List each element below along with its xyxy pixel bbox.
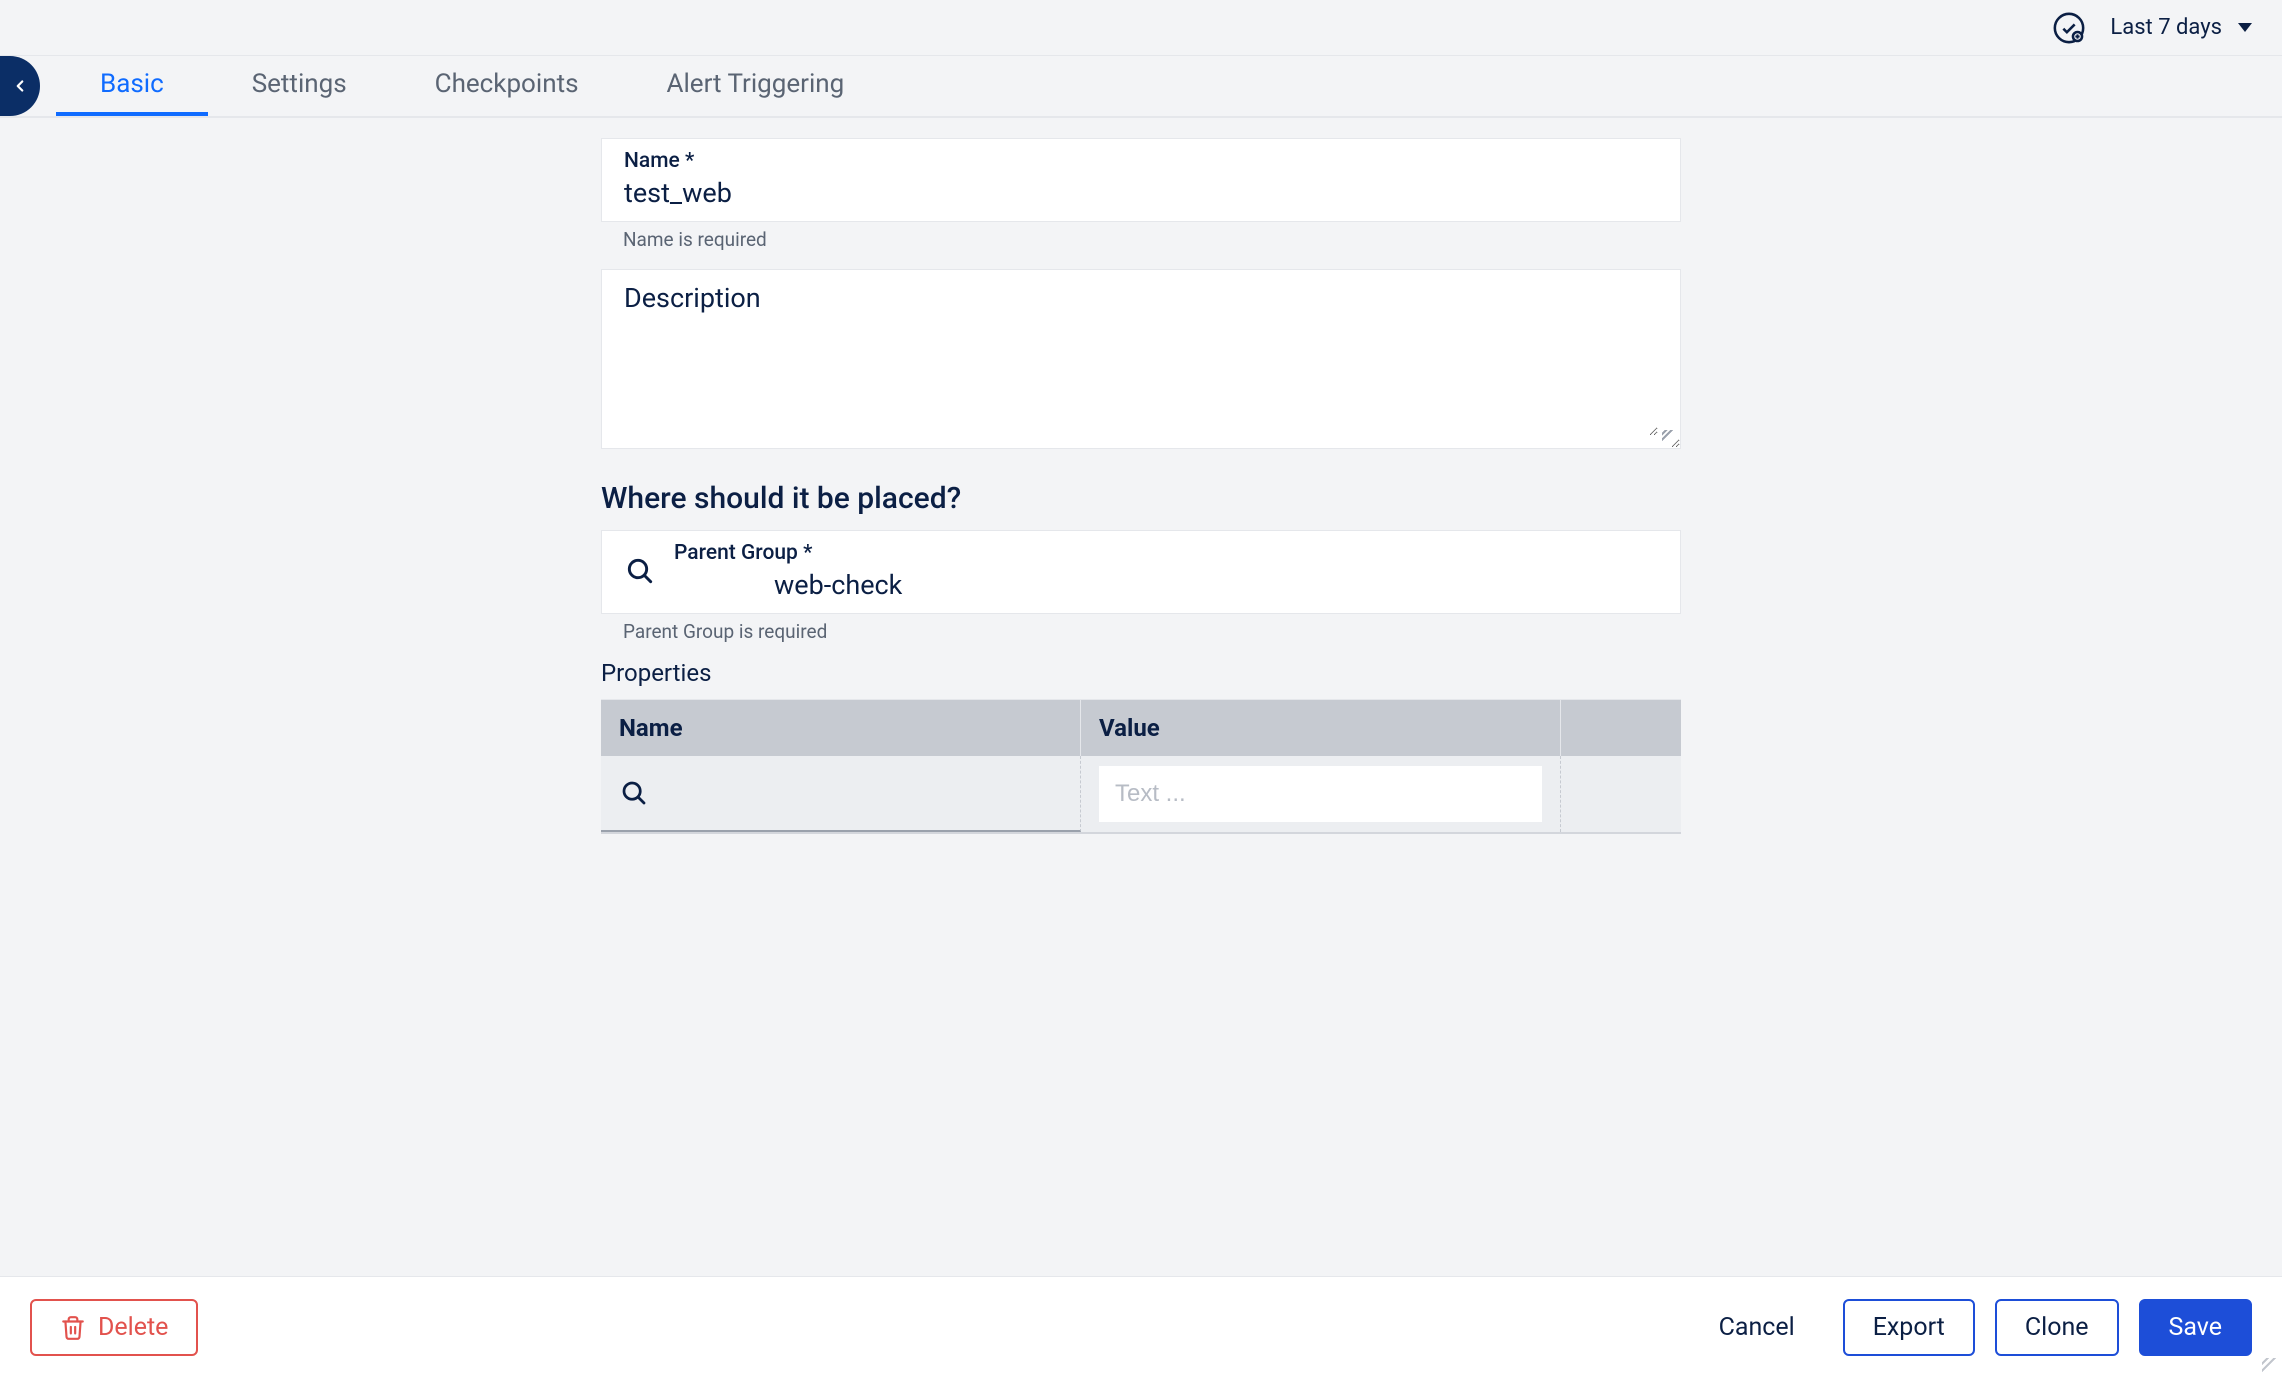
description-field-card: Description — [601, 269, 1681, 449]
properties-header-actions — [1561, 700, 1681, 756]
save-button[interactable]: Save — [2139, 1299, 2252, 1356]
trash-icon — [60, 1315, 86, 1341]
properties-header-value: Value — [1081, 700, 1561, 756]
back-button[interactable] — [0, 56, 40, 116]
delete-button[interactable]: Delete — [30, 1299, 198, 1356]
properties-row — [601, 756, 1681, 832]
tab-basic[interactable]: Basic — [56, 56, 208, 116]
tab-checkpoints[interactable]: Checkpoints — [391, 56, 623, 116]
main-content: Name * Name is required Description Wher… — [0, 118, 2282, 1276]
tabs-row: Basic Settings Checkpoints Alert Trigger… — [0, 56, 2282, 118]
cancel-button-label: Cancel — [1719, 1313, 1795, 1342]
tab-label: Checkpoints — [435, 69, 579, 99]
export-button-label: Export — [1873, 1313, 1945, 1342]
properties-table: Name Value — [601, 699, 1681, 834]
name-field-card: Name * — [601, 138, 1681, 222]
property-value-cell — [1081, 756, 1561, 832]
chevron-down-icon — [2238, 23, 2252, 32]
time-range-selector[interactable]: Last 7 days — [2110, 15, 2252, 40]
search-icon[interactable] — [624, 555, 656, 587]
property-actions-cell — [1561, 756, 1681, 832]
search-icon — [619, 778, 649, 808]
tab-alert-triggering[interactable]: Alert Triggering — [623, 56, 889, 116]
cancel-button[interactable]: Cancel — [1691, 1301, 1823, 1354]
export-button[interactable]: Export — [1843, 1299, 1975, 1356]
tab-label: Basic — [100, 69, 164, 99]
time-range-label: Last 7 days — [2110, 15, 2222, 40]
placement-heading: Where should it be placed? — [601, 481, 1681, 516]
tab-settings[interactable]: Settings — [208, 56, 391, 116]
tab-label: Alert Triggering — [667, 69, 845, 99]
properties-label: Properties — [601, 659, 1681, 687]
tab-label: Settings — [252, 69, 347, 99]
name-label: Name * — [624, 149, 1658, 173]
settings-gear-icon[interactable] — [2052, 11, 2086, 45]
save-button-label: Save — [2169, 1313, 2222, 1342]
property-value-input[interactable] — [1099, 766, 1542, 822]
parent-group-input[interactable] — [674, 569, 1658, 601]
description-input[interactable] — [624, 280, 1658, 436]
properties-header-row: Name Value — [601, 700, 1681, 756]
clone-button[interactable]: Clone — [1995, 1299, 2119, 1356]
name-input[interactable] — [624, 177, 1658, 209]
footer-bar: Delete Cancel Export Clone Save — [0, 1276, 2282, 1378]
property-name-cell[interactable] — [601, 756, 1081, 832]
properties-header-name: Name — [601, 700, 1081, 756]
form-column: Name * Name is required Description Wher… — [601, 138, 1681, 1236]
parent-group-label: Parent Group * — [674, 541, 1658, 565]
parent-group-helper-text: Parent Group is required — [601, 614, 1681, 643]
clone-button-label: Clone — [2025, 1313, 2089, 1342]
parent-group-card: Parent Group * — [601, 530, 1681, 614]
name-helper-text: Name is required — [601, 222, 1681, 251]
resize-grip-icon — [2262, 1358, 2280, 1376]
delete-button-label: Delete — [98, 1313, 168, 1342]
topbar: Last 7 days — [0, 0, 2282, 56]
